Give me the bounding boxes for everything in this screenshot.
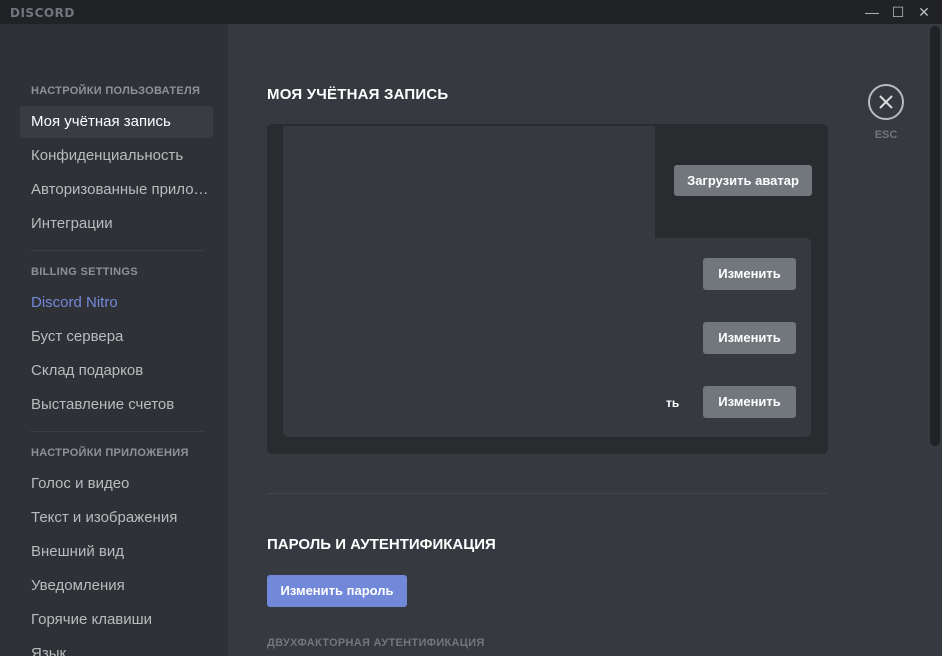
sidebar-item-my-account[interactable]: Моя учётная запись [20,106,213,138]
account-card: Загрузить аватар Изменить Изменить ть Из… [267,124,828,454]
sidebar-item-authorized-apps[interactable]: Авторизованные приложения [20,174,213,206]
minimize-icon[interactable]: — [860,0,884,24]
edit-phone-button[interactable]: Изменить [703,386,796,418]
sidebar-item-text-images[interactable]: Текст и изображения [20,502,213,534]
section-divider [267,493,828,494]
settings-sidebar: Настройки пользователя Моя учётная запис… [0,24,228,656]
sidebar-item-nitro[interactable]: Discord Nitro [20,287,213,319]
title-bar: DISCORD — ☐ ✕ [0,0,942,24]
scrollbar-thumb[interactable] [930,26,940,446]
close-settings-button[interactable] [868,84,904,120]
profile-banner [283,126,655,238]
section-header-billing: Billing Settings [31,266,138,278]
sidebar-item-privacy[interactable]: Конфиденциальность [20,140,213,172]
app-logo: DISCORD [10,6,75,20]
sidebar-item-language[interactable]: Язык [20,638,213,656]
sidebar-item-keybinds[interactable]: Горячие клавиши [20,604,213,636]
sidebar-separator [30,431,204,432]
twofa-heading: Двухфакторная аутентификация [267,637,485,649]
sidebar-item-billing[interactable]: Выставление счетов [20,389,213,421]
close-icon [879,95,893,109]
sidebar-separator [30,250,204,251]
window-close-icon[interactable]: ✕ [912,0,936,24]
page-title: Моя учётная запись [267,86,449,103]
password-section-title: Пароль и аутентификация [267,536,496,553]
change-password-button[interactable]: Изменить пароль [267,575,407,607]
sidebar-item-voice-video[interactable]: Голос и видео [20,468,213,500]
upload-avatar-button[interactable]: Загрузить аватар [674,165,812,196]
field-label-fragment: ть [666,396,680,410]
sidebar-item-notifications[interactable]: Уведомления [20,570,213,602]
sidebar-item-integrations[interactable]: Интеграции [20,208,213,240]
account-fields-panel: Изменить Изменить ть Изменить [283,238,811,437]
edit-username-button[interactable]: Изменить [703,258,796,290]
maximize-icon[interactable]: ☐ [886,0,910,24]
esc-label: ESC [874,129,898,141]
sidebar-item-gift-inventory[interactable]: Склад подарков [20,355,213,387]
sidebar-item-server-boost[interactable]: Буст сервера [20,321,213,353]
section-header-user-settings: Настройки пользователя [31,85,201,97]
sidebar-item-appearance[interactable]: Внешний вид [20,536,213,568]
edit-email-button[interactable]: Изменить [703,322,796,354]
settings-content: Моя учётная запись Загрузить аватар Изме… [228,24,942,656]
section-header-app-settings: Настройки приложения [31,447,189,459]
